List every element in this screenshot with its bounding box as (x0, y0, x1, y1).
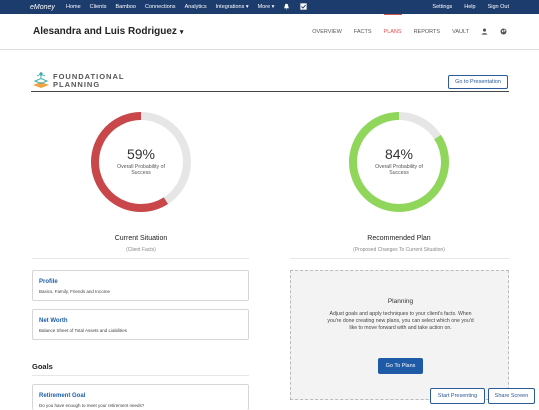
user-icon[interactable] (481, 28, 488, 37)
recommended-probability-gauge: 84% Overall Probability of Success (347, 110, 451, 214)
start-presenting-button[interactable]: Start Presenting (430, 388, 485, 404)
recommended-plan-subtitle: (Proposed Changes To Current Situation) (353, 247, 445, 253)
tab-reports[interactable]: REPORTS (414, 14, 441, 50)
recommended-probability-label: Overall Probability of Success (375, 164, 423, 176)
goals-divider (32, 375, 249, 376)
go-to-presentation-button[interactable]: Go to Presentation (448, 75, 508, 89)
tab-facts[interactable]: FACTS (354, 14, 372, 50)
nav-sign-out[interactable]: Sign Out (488, 4, 509, 10)
current-probability-gauge: 59% Overall Probability of Success (89, 110, 193, 214)
tab-plans[interactable]: PLANS (383, 14, 402, 50)
go-to-plans-button[interactable]: Go To Plans (378, 358, 423, 374)
current-percent: 59% (126, 146, 156, 162)
client-name-dropdown[interactable]: Alesandra and Luis Rodriguez ▾ (33, 26, 183, 37)
nav-help[interactable]: Help (464, 4, 475, 10)
goals-heading: Goals (32, 362, 53, 371)
profile-card-title[interactable]: Profile (39, 279, 58, 285)
nav-analytics[interactable]: Analytics (185, 4, 207, 10)
net-worth-card-title[interactable]: Net Worth (39, 318, 68, 324)
current-situation-title: Current Situation (114, 235, 168, 242)
top-nav-bar: eMoney Home Clients Bamboo Connections A… (0, 0, 539, 14)
client-header: Alesandra and Luis Rodriguez ▾ OVERVIEW F… (0, 14, 539, 50)
planning-title: Planning (387, 298, 414, 305)
current-probability-label: Overall Probability of Success (117, 164, 165, 176)
net-worth-card[interactable]: Net Worth Balance Sheet of Total Assets … (32, 309, 249, 340)
nav-connections[interactable]: Connections (145, 4, 176, 10)
current-situation-subtitle: (Client Facts) (126, 247, 156, 253)
nav-clients[interactable]: Clients (90, 4, 107, 10)
emoney-logo[interactable]: eMoney (30, 4, 66, 11)
retirement-goal-card[interactable]: Retirement Goal Do you have enough to me… (32, 384, 249, 410)
current-divider (32, 258, 249, 259)
profile-card[interactable]: Profile Basics, Family, Friends and Inco… (32, 270, 249, 301)
client-name: Alesandra and Luis Rodriguez (33, 26, 177, 37)
section-divider (31, 91, 509, 92)
profile-card-desc: Basics, Family, Friends and Income (39, 289, 110, 294)
retirement-goal-title[interactable]: Retirement Goal (39, 393, 85, 399)
tab-overview[interactable]: OVERVIEW (312, 14, 342, 50)
nav-settings[interactable]: Settings (432, 4, 452, 10)
checkbox-icon[interactable] (300, 2, 308, 12)
recommended-divider (290, 258, 509, 259)
nav-more[interactable]: More ▾ (258, 4, 275, 10)
nav-bamboo[interactable]: Bamboo (115, 4, 136, 10)
globe-icon[interactable] (500, 27, 507, 37)
bell-icon[interactable] (283, 3, 290, 12)
share-screen-button[interactable]: Share Screen (488, 388, 535, 404)
net-worth-card-desc: Balance Sheet of Total Assets and Liabil… (39, 328, 127, 333)
recommended-percent: 84% (384, 146, 414, 162)
planning-panel: Planning Adjust goals and apply techniqu… (290, 270, 509, 400)
nav-home[interactable]: Home (66, 4, 81, 10)
tab-vault[interactable]: VAULT (452, 14, 469, 50)
recommended-plan-title: Recommended Plan (367, 235, 431, 242)
planning-description: Adjust goals and apply techniques to you… (327, 311, 474, 331)
chevron-down-icon: ▾ (179, 29, 184, 36)
section-title-line2: PLANNING (53, 80, 101, 89)
retirement-goal-desc: Do you have enough to meet your retireme… (39, 403, 145, 408)
nav-integrations[interactable]: Integrations ▾ (216, 4, 249, 10)
